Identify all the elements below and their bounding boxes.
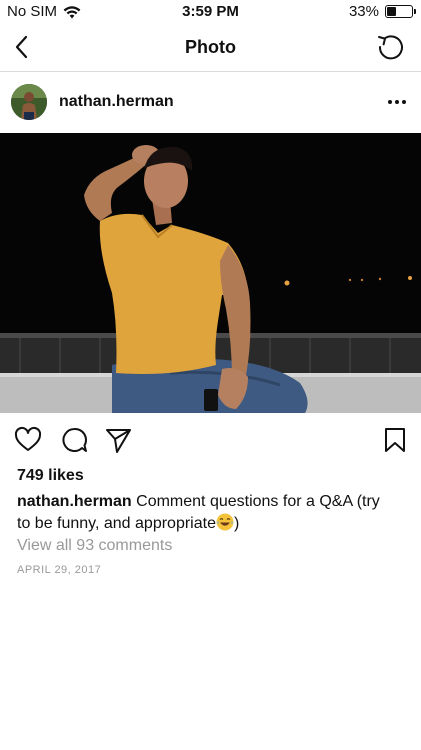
more-horizontal-icon[interactable] — [387, 92, 407, 112]
nav-bar: Photo — [0, 24, 421, 72]
post-actions — [0, 420, 421, 460]
post-header: nathan.herman — [0, 73, 421, 133]
view-comments-link[interactable]: View all 93 comments — [17, 537, 172, 555]
post-photo[interactable] — [0, 133, 421, 413]
caption-text-end: ) — [233, 515, 240, 532]
battery-level — [387, 7, 396, 16]
post-photo-image — [0, 133, 421, 413]
battery-icon — [385, 5, 416, 18]
page-title: Photo — [185, 37, 236, 57]
post-date: APRIL 29, 2017 — [17, 564, 102, 576]
avatar-image — [11, 84, 47, 120]
status-right: 33% — [348, 3, 416, 20]
post-caption: nathan.herman Comment questions for a Q&… — [17, 491, 412, 535]
heart-icon[interactable] — [14, 426, 42, 454]
post-username[interactable]: nathan.herman — [59, 93, 174, 111]
likes-count[interactable]: 749 likes — [17, 467, 84, 485]
avatar[interactable] — [11, 84, 47, 120]
comment-icon[interactable] — [60, 426, 88, 454]
caption-text-line1: Comment questions for a Q&A (try — [136, 493, 380, 510]
bookmark-icon[interactable] — [381, 426, 409, 454]
caption-username[interactable]: nathan.herman — [17, 493, 132, 510]
status-bar: No SIM 3:59 PM 33% — [0, 0, 421, 24]
caption-text-line2: to be funny, and appropriate — [17, 515, 216, 532]
laughing-crying-emoji-icon — [216, 513, 234, 531]
send-icon[interactable] — [104, 426, 132, 454]
battery-percent: 33% — [348, 3, 379, 20]
refresh-icon[interactable] — [375, 32, 405, 62]
